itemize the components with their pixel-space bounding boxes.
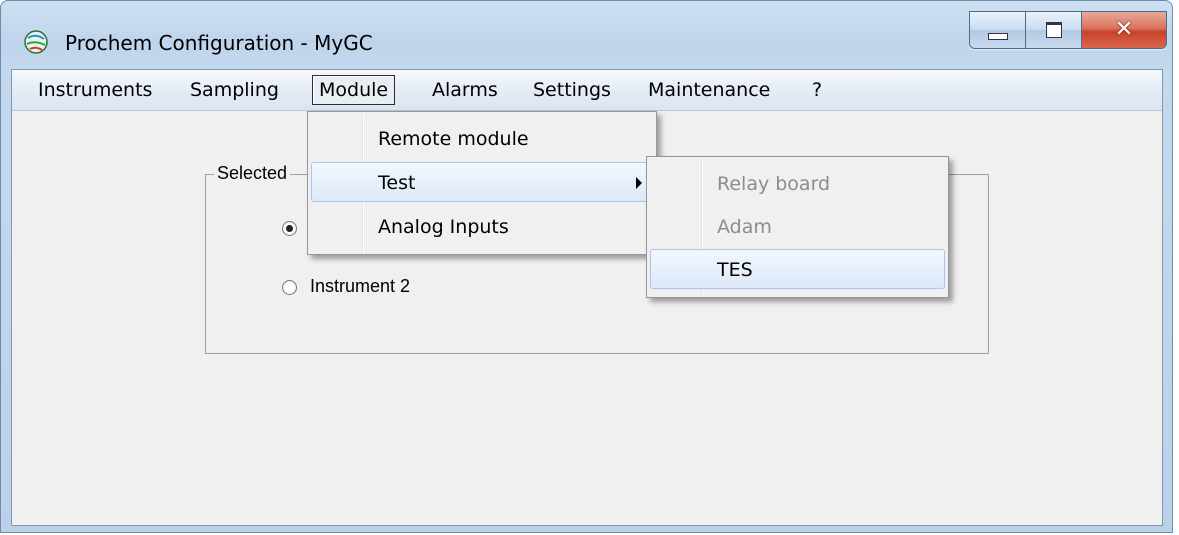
window-title: Prochem Configuration - MyGC (65, 31, 373, 55)
menu-item-adam[interactable]: Adam (650, 206, 945, 246)
submenu-arrow-icon (636, 177, 642, 189)
instrument-1-radio[interactable] (282, 221, 297, 236)
menu-item-remote-module[interactable]: Remote module (311, 118, 653, 158)
menu-item-tes[interactable]: TES (650, 249, 945, 289)
title-bar[interactable]: Prochem Configuration - MyGC ✕ (1, 1, 1172, 67)
menu-maintenance[interactable]: Maintenance (642, 75, 776, 105)
menu-settings[interactable]: Settings (527, 75, 617, 105)
test-submenu: Relay board Adam TES (646, 156, 949, 298)
menu-alarms[interactable]: Alarms (426, 75, 504, 105)
close-icon: ✕ (1114, 17, 1134, 42)
maximize-button[interactable] (1026, 12, 1082, 48)
menu-bar: Instruments Sampling Module Alarms Setti… (12, 70, 1162, 111)
menu-sampling[interactable]: Sampling (184, 75, 285, 105)
maximize-icon (1045, 22, 1062, 38)
menu-item-relay-board[interactable]: Relay board (650, 163, 945, 203)
instrument-2-radio[interactable] (282, 280, 297, 295)
window-controls: ✕ (969, 11, 1167, 49)
application-window: Prochem Configuration - MyGC ✕ Instrumen… (0, 0, 1173, 533)
module-menu: Remote module Test Analog Inputs (307, 111, 657, 255)
minimize-icon (987, 32, 1008, 40)
close-button[interactable]: ✕ (1082, 12, 1166, 48)
menu-help[interactable]: ? (806, 75, 828, 105)
group-caption: Selected (214, 163, 291, 184)
menu-item-label: TES (717, 259, 753, 281)
menu-item-label: Adam (717, 216, 772, 238)
menu-item-label: Relay board (717, 173, 831, 195)
menu-item-label: Test (378, 172, 416, 194)
menu-item-label: Analog Inputs (378, 216, 509, 238)
menu-instruments[interactable]: Instruments (32, 75, 158, 105)
prochem-app-icon (24, 30, 48, 54)
menu-module[interactable]: Module (312, 75, 396, 105)
menu-item-test[interactable]: Test (311, 162, 653, 202)
menu-item-analog-inputs[interactable]: Analog Inputs (311, 206, 653, 246)
radio-selected-dot (286, 225, 293, 232)
menu-item-label: Remote module (378, 128, 529, 150)
minimize-button[interactable] (970, 12, 1026, 48)
instrument-2-label[interactable]: Instrument 2 (310, 276, 410, 297)
